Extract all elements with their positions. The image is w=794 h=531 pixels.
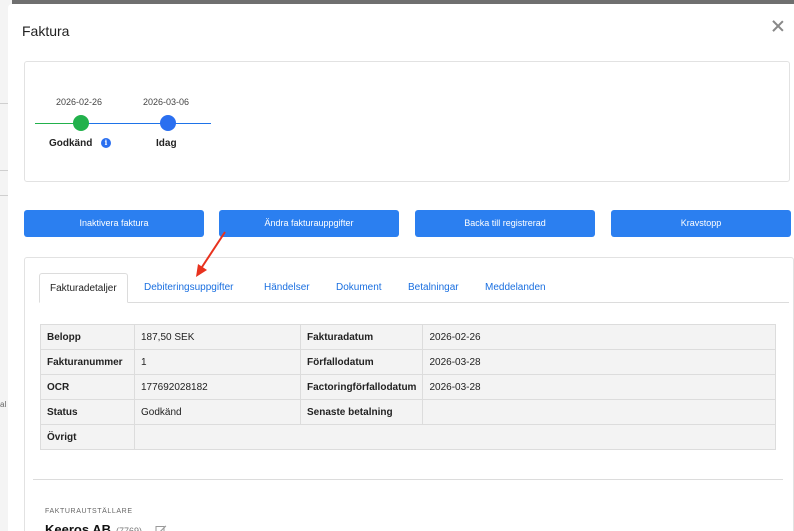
revert-to-registered-button[interactable]: Backa till registrerad xyxy=(415,210,595,237)
collection-hold-button[interactable]: Kravstopp xyxy=(611,210,791,237)
value-factoring-due-date: 2026-03-28 xyxy=(422,374,776,400)
timeline-date-approved: 2026-02-26 xyxy=(56,97,103,107)
label-amount: Belopp xyxy=(40,324,135,350)
value-ocr: 177692028182 xyxy=(134,374,301,400)
label-factoring-due-date: Factoringförfallodatum xyxy=(299,374,424,400)
value-amount: 187,50 SEK xyxy=(134,324,301,350)
table-row: Fakturanummer 1 Förfallodatum 2026-03-28 xyxy=(40,349,776,375)
tab-events[interactable]: Händelser xyxy=(264,273,310,303)
issuer-id: (7769) xyxy=(116,526,143,531)
label-invoice-date: Fakturadatum xyxy=(299,324,424,350)
background-text: al xyxy=(0,400,7,409)
value-invoice-date: 2026-02-26 xyxy=(422,324,776,350)
issuer-name: Keeros AB xyxy=(45,522,111,531)
timeline-label-today: Idag xyxy=(156,138,177,149)
table-row: Status Godkänd Senaste betalning xyxy=(40,399,776,425)
label-due-date: Förfallodatum xyxy=(299,349,424,375)
invoice-modal: Faktura 2026-02-26 2026-03-06 Godkänd i … xyxy=(8,4,794,531)
timeline-dot-today xyxy=(160,115,176,131)
timeline-segment-current xyxy=(81,123,211,124)
label-ocr: OCR xyxy=(40,374,135,400)
value-due-date: 2026-03-28 xyxy=(422,349,776,375)
label-other: Övrigt xyxy=(40,424,135,450)
timeline-date-today: 2026-03-06 xyxy=(143,97,190,107)
invoice-details-panel: Fakturadetaljer Debiteringsuppgifter Hän… xyxy=(24,257,794,531)
table-row: Belopp 187,50 SEK Fakturadatum 2026-02-2… xyxy=(40,324,776,350)
close-icon[interactable] xyxy=(769,17,787,35)
table-row: Övrigt xyxy=(40,424,776,450)
edit-icon[interactable] xyxy=(155,524,167,531)
tab-documents[interactable]: Dokument xyxy=(336,273,382,303)
info-icon[interactable]: i xyxy=(101,138,111,148)
timeline-label-approved: Godkänd xyxy=(49,138,93,149)
label-status: Status xyxy=(40,399,135,425)
table-row: OCR 177692028182 Factoringförfallodatum … xyxy=(40,374,776,400)
label-latest-payment: Senaste betalning xyxy=(299,399,424,425)
tab-invoice-details[interactable]: Fakturadetaljer xyxy=(39,273,128,303)
label-invoice-number: Fakturanummer xyxy=(40,349,135,375)
tab-billing-details[interactable]: Debiteringsuppgifter xyxy=(144,273,234,303)
value-other xyxy=(134,424,776,450)
value-latest-payment xyxy=(422,399,776,425)
section-divider xyxy=(33,479,783,480)
tab-payments[interactable]: Betalningar xyxy=(408,273,459,303)
invoice-details-table: Belopp 187,50 SEK Fakturadatum 2026-02-2… xyxy=(40,324,776,450)
status-timeline: 2026-02-26 2026-03-06 Godkänd i Idag xyxy=(24,61,790,182)
deactivate-invoice-button[interactable]: Inaktivera faktura xyxy=(24,210,204,237)
value-status: Godkänd xyxy=(134,399,301,425)
issuer-caption: FAKTURAUTSTÄLLARE xyxy=(45,508,133,515)
modal-title: Faktura xyxy=(22,23,70,39)
tab-messages[interactable]: Meddelanden xyxy=(485,273,546,303)
timeline-dot-approved xyxy=(73,115,89,131)
edit-invoice-button[interactable]: Ändra fakturauppgifter xyxy=(219,210,399,237)
value-invoice-number: 1 xyxy=(134,349,301,375)
